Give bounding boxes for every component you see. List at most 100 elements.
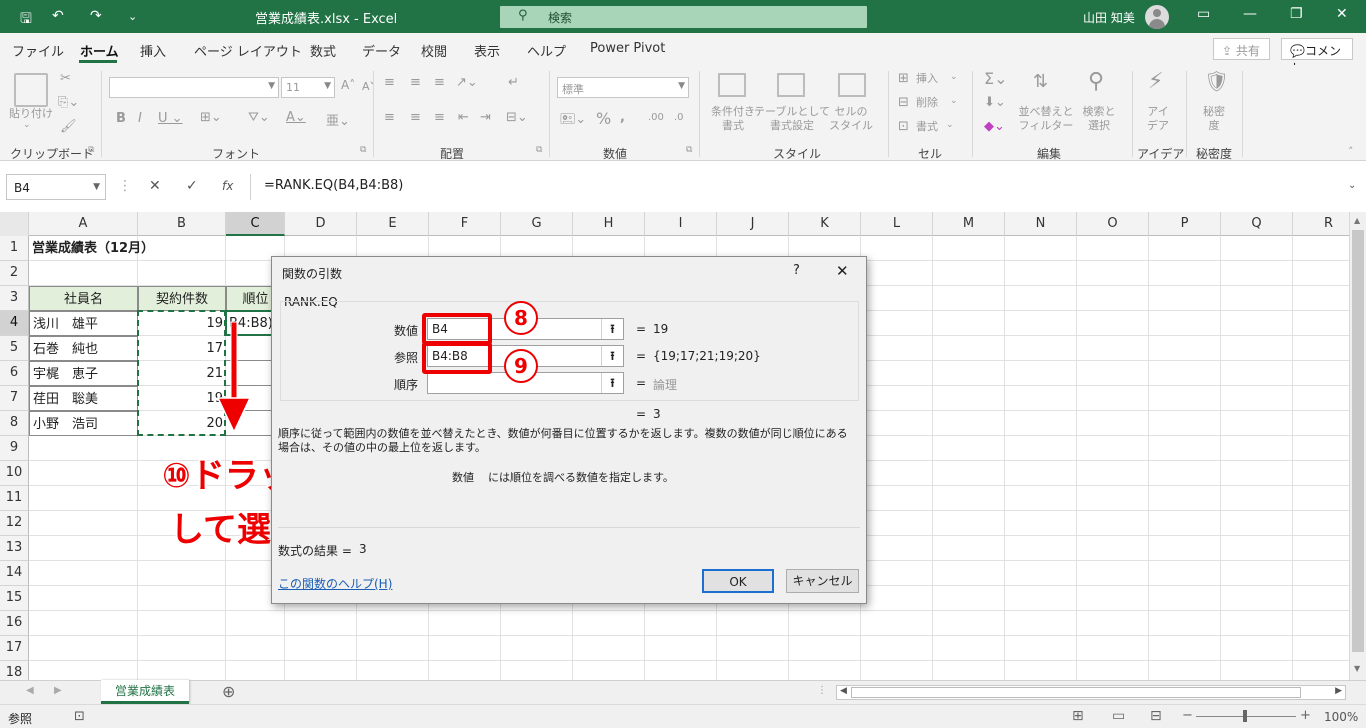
phonetic-icon[interactable]: 亜⌄ [326,110,350,129]
format-painter-icon[interactable]: 🖌 [60,119,77,134]
row-header[interactable]: 13 [0,536,29,561]
chevron-down-icon[interactable]: ⌄ [950,72,958,82]
format-cells-icon[interactable]: ⊡ [898,119,909,134]
avatar[interactable] [1145,5,1169,29]
clipboard-launcher-icon[interactable]: ⧉ [88,145,94,155]
align-top-icon[interactable]: ≡ [384,75,395,90]
tab-review[interactable]: 校閲 [421,41,447,60]
fill-icon[interactable]: ⬇⌄ [984,95,1006,110]
increase-decimal-icon[interactable]: .00 [648,112,664,123]
undo-icon[interactable]: ↶ [52,8,64,24]
tab-page-layout[interactable]: ページ レイアウト [194,41,302,60]
font-launcher-icon[interactable]: ⧉ [360,145,366,155]
zoom-slider-thumb[interactable] [1243,710,1247,722]
scroll-up-icon[interactable]: ▲ [1354,216,1360,225]
dialog-close-icon[interactable]: ✕ [836,262,849,280]
row-header[interactable]: 6 [0,361,29,386]
ok-button[interactable]: OK [702,569,774,593]
employee-name-cell[interactable]: 荏田 聡美 [29,386,138,411]
cut-icon[interactable]: ✂ [60,71,71,86]
confirm-entry-icon[interactable]: ✓ [186,178,198,194]
decrease-decimal-icon[interactable]: .0 [674,112,684,123]
close-icon[interactable]: ✕ [1336,6,1348,22]
paste-dropdown-icon[interactable]: ⌄ [23,120,31,130]
horizontal-scrollbar[interactable]: ◀ ▶ [836,685,1346,700]
cancel-entry-icon[interactable]: ✕ [149,178,161,194]
table-header[interactable]: 社員名 [29,286,138,311]
paste-icon[interactable] [14,73,48,107]
collapse-dialog-icon[interactable]: ⭱ [601,346,623,366]
ribbon-display-icon[interactable]: ▭ [1197,6,1210,22]
vertical-scrollbar[interactable]: ▲ ▼ [1349,212,1366,680]
collapse-dialog-icon[interactable]: ⭱ [601,373,623,393]
dialog-help-button[interactable]: ? [793,263,800,278]
customize-qat-icon[interactable]: ⌄ [128,10,137,23]
cancel-button[interactable]: キャンセル [786,569,859,593]
zoom-out-icon[interactable]: − [1182,708,1193,723]
row-header[interactable]: 18 [0,661,29,680]
share-button[interactable]: ⇪ 共有 [1213,38,1270,60]
row-header[interactable]: 17 [0,636,29,661]
zoom-level[interactable]: 100% [1324,710,1358,724]
row-header[interactable]: 3 [0,286,29,311]
comment-button[interactable]: 💬コメント [1281,38,1353,75]
comma-style-icon[interactable]: , [620,110,625,125]
row-header[interactable]: 11 [0,486,29,511]
format-as-table-icon[interactable] [777,73,805,97]
font-color-icon[interactable]: A⌄ [286,110,306,125]
number-format-combo[interactable]: 標準 ▼ [557,77,689,98]
sheet-tab-active[interactable]: 営業成績表 [101,680,189,704]
employee-name-cell[interactable]: 浅川 雄平 [29,311,138,336]
row-header[interactable]: 5 [0,336,29,361]
tab-home[interactable]: ホーム [80,41,119,60]
align-bottom-icon[interactable]: ≡ [434,75,445,90]
tab-help[interactable]: ヘルプ [527,41,566,60]
copy-icon[interactable]: ⎘⌄ [58,95,79,110]
scroll-thumb[interactable] [1352,230,1364,652]
tab-formulas[interactable]: 数式 [310,41,336,60]
tab-data[interactable]: データ [362,41,401,60]
save-icon[interactable]: 🖫 [20,8,32,32]
font-grow-icon[interactable]: A˄ [341,78,355,92]
scroll-down-icon[interactable]: ▼ [1354,664,1360,673]
normal-view-icon[interactable]: ⊞ [1072,708,1084,724]
tab-split-icon[interactable]: ⋮ [817,685,827,696]
row-header[interactable]: 14 [0,561,29,586]
expand-formula-icon[interactable]: ⌄ [1348,180,1356,191]
row-header[interactable]: 10 [0,461,29,486]
prev-sheet-icon[interactable]: ◀ [26,685,34,696]
more-options-icon[interactable]: ⋮ [118,178,132,194]
ideas-icon[interactable]: ⚡ [1148,69,1163,94]
next-sheet-icon[interactable]: ▶ [54,685,62,696]
font-name-combo[interactable]: ▼ [109,77,279,98]
row-header[interactable]: 7 [0,386,29,411]
row-header[interactable]: 12 [0,511,29,536]
redo-icon[interactable]: ↷ [90,8,102,24]
clear-icon[interactable]: ◆⌄ [984,119,1005,134]
decrease-indent-icon[interactable]: ⇤ [458,110,469,125]
align-center-icon[interactable]: ≡ [410,110,421,125]
row-header[interactable]: 1 [0,236,29,261]
orientation-icon[interactable]: ↗⌄ [456,75,478,90]
align-right-icon[interactable]: ≡ [434,110,445,125]
formula-input[interactable]: =RANK.EQ(B4,B4:B8) [250,174,1360,200]
name-box[interactable]: B4 ▼ [6,174,106,200]
find-select-icon[interactable]: ⚲ [1088,69,1104,94]
row-header[interactable]: 8 [0,411,29,436]
percent-icon[interactable]: % [596,109,611,128]
chevron-down-icon[interactable]: ⌄ [946,120,954,130]
chevron-down-icon[interactable]: ⌄ [950,96,958,106]
currency-icon[interactable]: 🖭⌄ [560,110,586,132]
sheet-title[interactable]: 営業成績表（12月） [29,236,279,261]
alignment-launcher-icon[interactable]: ⧉ [536,145,542,155]
row-header[interactable]: 16 [0,611,29,636]
conditional-format-icon[interactable] [718,73,746,97]
row-header[interactable]: 4 [0,311,29,336]
page-break-view-icon[interactable]: ⊟ [1150,708,1162,724]
tab-file[interactable]: ファイル [12,41,64,60]
align-middle-icon[interactable]: ≡ [410,75,421,90]
merge-center-icon[interactable]: ⊟⌄ [506,110,528,125]
underline-icon[interactable]: U ⌄ [158,111,183,126]
add-sheet-icon[interactable]: ⊕ [222,682,235,701]
page-layout-view-icon[interactable]: ▭ [1112,708,1125,724]
